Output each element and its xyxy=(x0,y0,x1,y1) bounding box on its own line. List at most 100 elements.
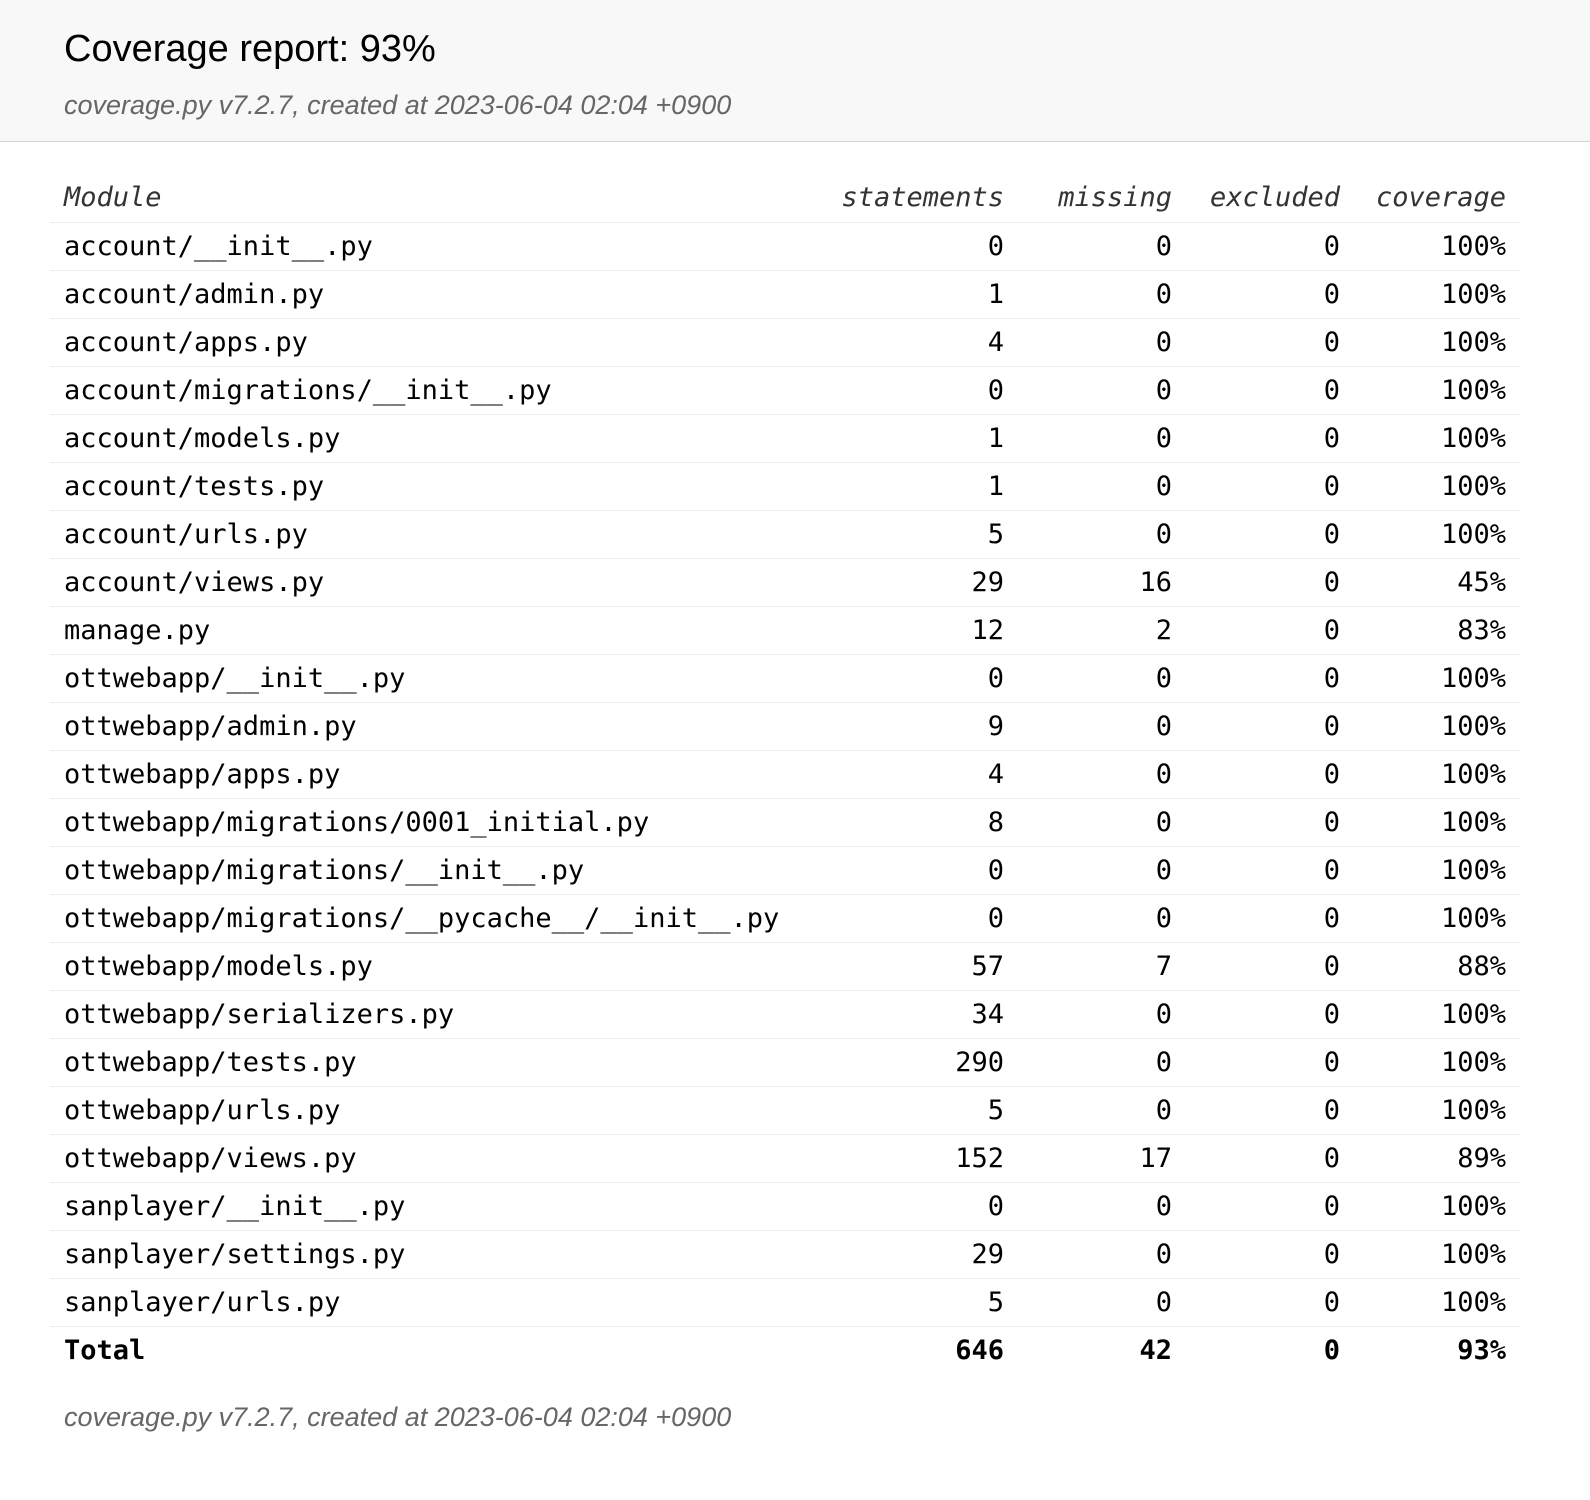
coverage-cell: 89% xyxy=(1457,1142,1506,1174)
table-row: sanplayer/settings.py 29 0 0 100% xyxy=(50,1230,1520,1278)
coverage-cell: 100% xyxy=(1440,998,1506,1030)
coverage-cell: 100% xyxy=(1440,806,1506,838)
module-name-cell[interactable]: sanplayer/__init__.py xyxy=(50,1182,827,1230)
module-name-cell[interactable]: ottwebapp/migrations/0001_initial.py xyxy=(50,798,827,846)
module-name-cell[interactable]: ottwebapp/serializers.py xyxy=(50,990,827,1038)
missing-cell: 0 xyxy=(1155,902,1172,934)
module-name-cell[interactable]: account/migrations/__init__.py xyxy=(50,366,827,414)
module-name-cell[interactable]: account/urls.py xyxy=(50,510,827,558)
missing-cell: 0 xyxy=(1155,710,1172,742)
module-name-cell[interactable]: manage.py xyxy=(50,606,827,654)
statements-cell: 4 xyxy=(987,758,1004,790)
missing-cell: 2 xyxy=(1155,614,1172,646)
module-name-cell[interactable]: ottwebapp/migrations/__pycache__/__init_… xyxy=(50,894,827,942)
statements-cell: 8 xyxy=(987,806,1004,838)
table-row: manage.py 12 2 0 83% xyxy=(50,606,1520,654)
table-row: ottwebapp/urls.py 5 0 0 100% xyxy=(50,1086,1520,1134)
module-name-cell[interactable]: sanplayer/urls.py xyxy=(50,1278,827,1326)
table-row: ottwebapp/admin.py 9 0 0 100% xyxy=(50,702,1520,750)
missing-cell: 0 xyxy=(1155,806,1172,838)
coverage-cell: 100% xyxy=(1440,662,1506,694)
coverage-cell: 88% xyxy=(1457,950,1506,982)
missing-cell: 0 xyxy=(1155,278,1172,310)
coverage-table: Module statements missing excluded cover… xyxy=(50,174,1520,1374)
coverage-cell: 100% xyxy=(1440,854,1506,886)
module-name-cell[interactable]: sanplayer/settings.py xyxy=(50,1230,827,1278)
excluded-cell: 0 xyxy=(1323,998,1340,1030)
column-header-statements[interactable]: statements xyxy=(827,174,1018,222)
module-name-cell[interactable]: ottwebapp/views.py xyxy=(50,1134,827,1182)
table-row: ottwebapp/tests.py 290 0 0 100% xyxy=(50,1038,1520,1086)
header-row: Module statements missing excluded cover… xyxy=(50,174,1520,222)
header-meta-text: coverage.py v7.2.7, created at 2023-06-0… xyxy=(64,90,732,120)
coverage-cell: 100% xyxy=(1440,326,1506,358)
statements-cell: 0 xyxy=(987,902,1004,934)
module-name-cell[interactable]: ottwebapp/migrations/__init__.py xyxy=(50,846,827,894)
table-row: account/views.py 29 16 0 45% xyxy=(50,558,1520,606)
module-name-cell[interactable]: account/models.py xyxy=(50,414,827,462)
table-row: account/tests.py 1 0 0 100% xyxy=(50,462,1520,510)
module-name-cell[interactable]: account/__init__.py xyxy=(50,222,827,270)
coverage-cell: 100% xyxy=(1440,1094,1506,1126)
module-name-cell[interactable]: account/tests.py xyxy=(50,462,827,510)
module-name-cell[interactable]: ottwebapp/tests.py xyxy=(50,1038,827,1086)
total-missing: 42 xyxy=(1139,1334,1172,1366)
excluded-cell: 0 xyxy=(1323,854,1340,886)
table-row: ottwebapp/migrations/__pycache__/__init_… xyxy=(50,894,1520,942)
module-name-cell[interactable]: ottwebapp/admin.py xyxy=(50,702,827,750)
statements-cell: 5 xyxy=(987,1094,1004,1126)
module-name-cell[interactable]: account/apps.py xyxy=(50,318,827,366)
column-header-missing[interactable]: missing xyxy=(1018,174,1186,222)
module-name-cell[interactable]: ottwebapp/__init__.py xyxy=(50,654,827,702)
statements-cell: 29 xyxy=(971,1238,1004,1270)
excluded-cell: 0 xyxy=(1323,230,1340,262)
table-row: ottwebapp/apps.py 4 0 0 100% xyxy=(50,750,1520,798)
statements-cell: 34 xyxy=(971,998,1004,1030)
coverage-cell: 100% xyxy=(1440,1286,1506,1318)
excluded-cell: 0 xyxy=(1323,758,1340,790)
table-header: Module statements missing excluded cover… xyxy=(50,174,1520,222)
footer-meta-text: coverage.py v7.2.7, created at 2023-06-0… xyxy=(64,1402,732,1432)
statements-cell: 9 xyxy=(987,710,1004,742)
column-header-coverage[interactable]: coverage xyxy=(1354,174,1520,222)
missing-cell: 0 xyxy=(1155,1094,1172,1126)
coverage-cell: 100% xyxy=(1440,1046,1506,1078)
excluded-cell: 0 xyxy=(1323,710,1340,742)
module-name-cell[interactable]: ottwebapp/apps.py xyxy=(50,750,827,798)
coverage-cell: 100% xyxy=(1440,422,1506,454)
excluded-cell: 0 xyxy=(1323,470,1340,502)
table-row: sanplayer/urls.py 5 0 0 100% xyxy=(50,1278,1520,1326)
column-header-module[interactable]: Module xyxy=(50,174,827,222)
table-row: account/apps.py 4 0 0 100% xyxy=(50,318,1520,366)
missing-cell: 16 xyxy=(1139,566,1172,598)
column-header-excluded[interactable]: excluded xyxy=(1186,174,1354,222)
excluded-cell: 0 xyxy=(1323,566,1340,598)
table-row: ottwebapp/migrations/__init__.py 0 0 0 100% xyxy=(50,846,1520,894)
missing-cell: 0 xyxy=(1155,422,1172,454)
excluded-cell: 0 xyxy=(1323,950,1340,982)
excluded-cell: 0 xyxy=(1323,1286,1340,1318)
missing-cell: 7 xyxy=(1155,950,1172,982)
missing-cell: 17 xyxy=(1139,1142,1172,1174)
table-row: sanplayer/__init__.py 0 0 0 100% xyxy=(50,1182,1520,1230)
excluded-cell: 0 xyxy=(1323,1046,1340,1078)
table-footer: Total 646 42 0 93% xyxy=(50,1326,1520,1374)
module-name-cell[interactable]: ottwebapp/models.py xyxy=(50,942,827,990)
missing-cell: 0 xyxy=(1155,230,1172,262)
statements-cell: 12 xyxy=(971,614,1004,646)
module-name-cell[interactable]: account/views.py xyxy=(50,558,827,606)
module-name-cell[interactable]: account/admin.py xyxy=(50,270,827,318)
table-row: account/__init__.py 0 0 0 100% xyxy=(50,222,1520,270)
module-name-cell[interactable]: ottwebapp/urls.py xyxy=(50,1086,827,1134)
statements-cell: 152 xyxy=(955,1142,1004,1174)
statements-cell: 290 xyxy=(955,1046,1004,1078)
statements-cell: 1 xyxy=(987,470,1004,502)
table-row: ottwebapp/models.py 57 7 0 88% xyxy=(50,942,1520,990)
statements-cell: 0 xyxy=(987,374,1004,406)
coverage-cell: 100% xyxy=(1440,518,1506,550)
table-row: account/admin.py 1 0 0 100% xyxy=(50,270,1520,318)
excluded-cell: 0 xyxy=(1323,902,1340,934)
table-body: account/__init__.py 0 0 0 100% account/admin.… xyxy=(50,222,1520,1326)
statements-cell: 5 xyxy=(987,518,1004,550)
statements-cell: 29 xyxy=(971,566,1004,598)
